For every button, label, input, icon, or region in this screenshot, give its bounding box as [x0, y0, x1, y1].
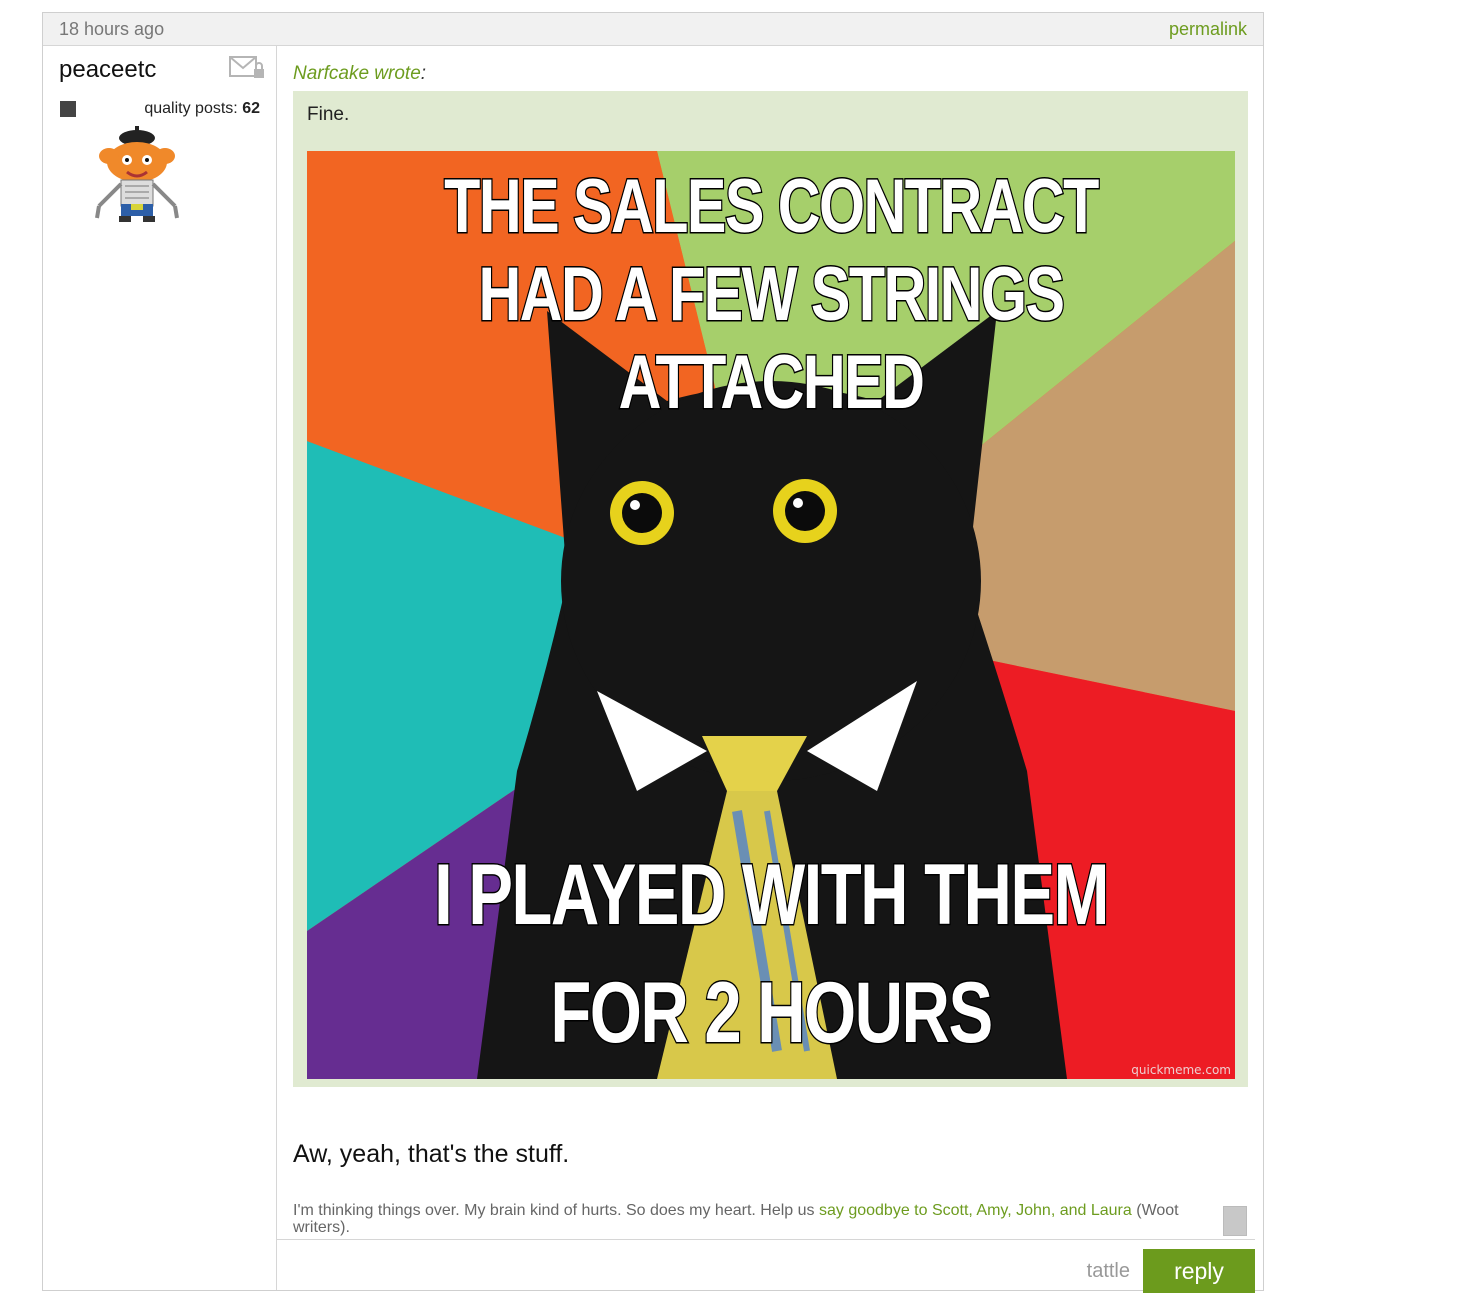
private-message-icon[interactable] [229, 54, 265, 82]
signature-toggle[interactable] [1223, 1206, 1247, 1236]
quality-posts-count: 62 [242, 100, 260, 117]
quote-colon: : [420, 63, 427, 84]
quote-attribution: Narfcake wrote: [293, 63, 426, 85]
reply-button[interactable]: reply [1143, 1249, 1255, 1293]
author-sidebar: peaceetc quality posts: 62 [43, 46, 277, 1290]
forum-post: 18 hours ago permalink peaceetc quality … [42, 12, 1264, 1293]
signature-link[interactable]: say goodbye to Scott, Amy, John, and Lau… [819, 1202, 1132, 1219]
quote-author-link[interactable]: Narfcake wrote [293, 63, 421, 84]
author-username[interactable]: peaceetc [59, 56, 156, 84]
signature-prefix: I'm thinking things over. My brain kind … [293, 1202, 815, 1219]
quote-block: Fine. THE SALES CONTRACT HAD A FEW STRIN… [293, 91, 1248, 1087]
user-avatar[interactable] [91, 124, 183, 224]
post-timestamp: 18 hours ago [59, 19, 165, 39]
user-status-square [60, 101, 76, 117]
meme-watermark: quickmeme.com [1131, 1063, 1231, 1077]
tattle-link[interactable]: tattle [1087, 1260, 1130, 1283]
quality-posts: quality posts: 62 [144, 100, 260, 118]
quote-text: Fine. [307, 104, 350, 125]
meme-bottom-caption: I PLAYED WITH THEM FOR 2 HOURS [433, 846, 1111, 1063]
meme-top-caption: THE SALES CONTRACT HAD A FEW STRINGS ATT… [443, 163, 1101, 427]
meme-image: THE SALES CONTRACT HAD A FEW STRINGS ATT… [307, 151, 1235, 1079]
user-signature: I'm thinking things over. My brain kind … [293, 1202, 1193, 1236]
post-header: 18 hours ago permalink [43, 13, 1263, 46]
quality-posts-label: quality posts: [144, 100, 238, 117]
post-body-text: Aw, yeah, that's the stuff. [293, 1140, 570, 1168]
permalink-link[interactable]: permalink [1169, 19, 1247, 40]
post-content: Narfcake wrote: Fine. THE SALES CONTRACT… [277, 46, 1263, 1293]
post-footer-divider [277, 1239, 1255, 1240]
